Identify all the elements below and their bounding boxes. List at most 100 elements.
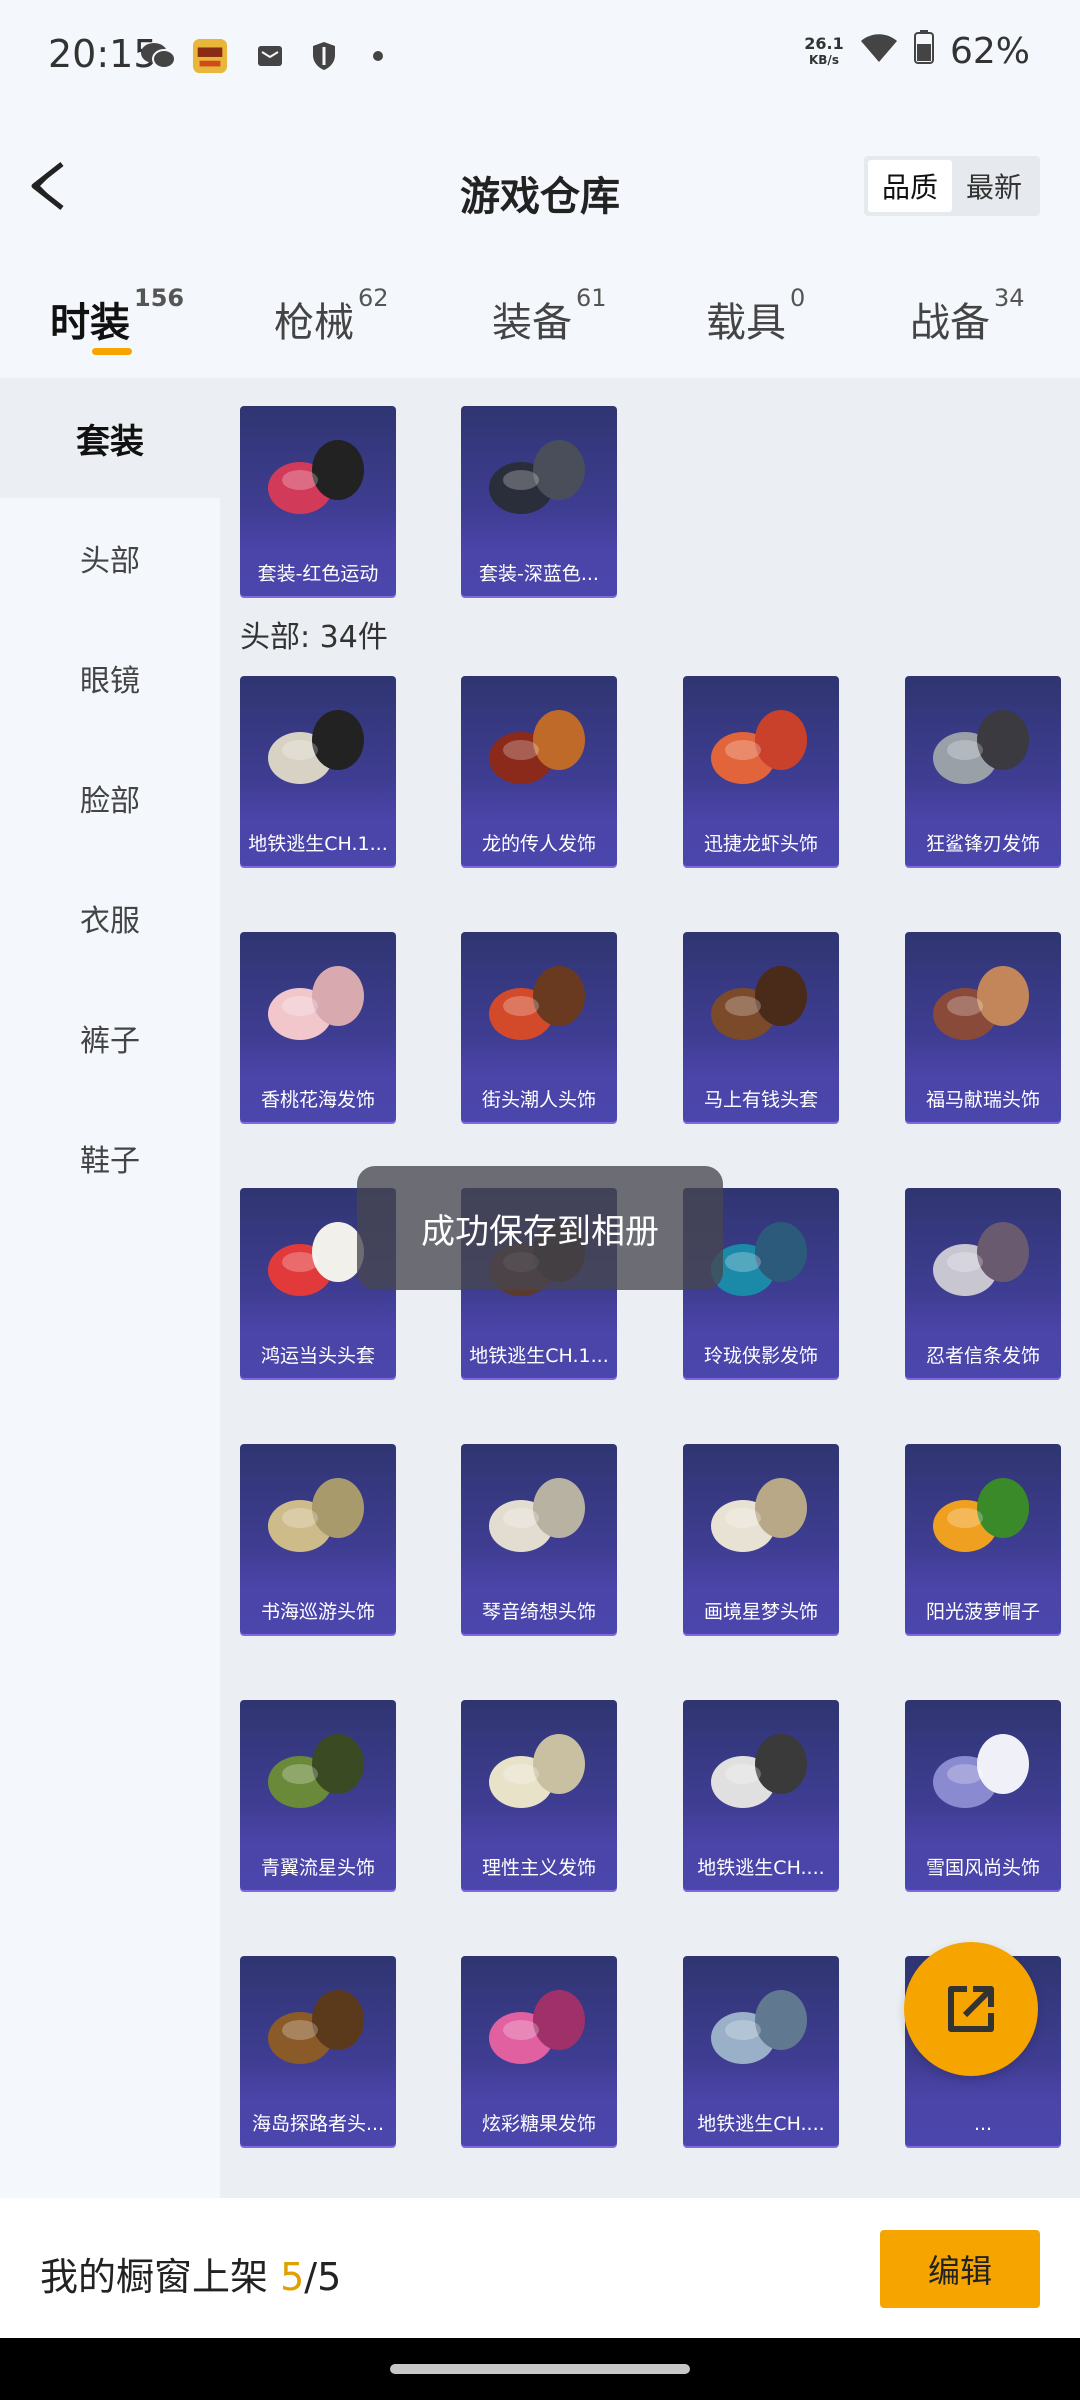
sort-newest-button[interactable]: 最新 — [952, 160, 1036, 212]
tab-battle-prep[interactable]: 战备34 — [910, 284, 1025, 348]
head-item-card[interactable]: 地铁逃生CH.1... — [240, 676, 396, 866]
item-label: 福马献瑞头饰 — [905, 1078, 1061, 1122]
speed-unit: KB/s — [808, 52, 839, 67]
status-bar: 20:15 26.1 KB/s 62% — [0, 0, 1080, 120]
item-label: 套装-深蓝色... — [461, 552, 617, 596]
head-item-card[interactable]: 海岛探路者头... — [240, 1956, 396, 2146]
head-item-card[interactable]: 雪国风尚头饰 — [905, 1700, 1061, 1890]
head-item-card[interactable]: 阳光菠萝帽子 — [905, 1444, 1061, 1634]
suit-card[interactable]: 套装-深蓝色... — [461, 406, 617, 596]
sidebar-item-clothes[interactable]: 衣服 — [0, 858, 220, 978]
head-item-card[interactable]: 地铁逃生CH.... — [683, 1956, 839, 2146]
head-item-card[interactable]: 迅捷龙虾头饰 — [683, 676, 839, 866]
item-label: 琴音绮想头饰 — [461, 1590, 617, 1634]
item-label: 狂鲨锋刃发饰 — [905, 822, 1061, 866]
item-label: 香桃花海发饰 — [240, 1078, 396, 1122]
head-item-card[interactable]: 画境星梦头饰 — [683, 1444, 839, 1634]
item-label: 鸿运当头头套 — [240, 1334, 396, 1378]
head-item-card[interactable]: 炫彩糖果发饰 — [461, 1956, 617, 2146]
item-label: ... — [905, 2102, 1061, 2146]
head-item-card[interactable]: 琴音绮想头饰 — [461, 1444, 617, 1634]
item-label: 地铁逃生CH.1... — [240, 822, 396, 866]
sort-quality-button[interactable]: 品质 — [868, 160, 952, 212]
section-title-head: 头部: 34件 — [240, 620, 388, 655]
battery-percent: 62% — [949, 31, 1030, 72]
item-image — [268, 1990, 364, 2064]
sidebar-item-pants[interactable]: 裤子 — [0, 978, 220, 1098]
head-item-card[interactable]: 狂鲨锋刃发饰 — [905, 676, 1061, 866]
head-item-card[interactable]: 书海巡游头饰 — [240, 1444, 396, 1634]
mail-icon — [252, 38, 288, 74]
item-image — [711, 710, 807, 784]
showcase-current: 5 — [280, 2255, 305, 2299]
wechat-icon — [140, 38, 176, 74]
tab-label: 装备 — [492, 300, 572, 346]
share-button[interactable] — [904, 1942, 1038, 2076]
item-label: 雪国风尚头饰 — [905, 1846, 1061, 1890]
item-label: 忍者信条发饰 — [905, 1334, 1061, 1378]
head-item-card[interactable]: 龙的传人发饰 — [461, 676, 617, 866]
active-tab-indicator — [92, 348, 132, 355]
head-item-card[interactable]: 香桃花海发饰 — [240, 932, 396, 1122]
item-image — [711, 966, 807, 1040]
item-label: 书海巡游头饰 — [240, 1590, 396, 1634]
sidebar-item-glasses[interactable]: 眼镜 — [0, 618, 220, 738]
item-image — [933, 1222, 1029, 1296]
item-label: 地铁逃生CH.... — [683, 1846, 839, 1890]
item-label: 迅捷龙虾头饰 — [683, 822, 839, 866]
tab-label: 载具 — [706, 300, 786, 346]
item-image — [933, 710, 1029, 784]
sidebar-item-suit[interactable]: 套装 — [0, 378, 220, 498]
share-icon — [948, 1986, 994, 2032]
head-item-card[interactable]: 理性主义发饰 — [461, 1700, 617, 1890]
tab-label: 枪械 — [274, 300, 354, 346]
item-label: 画境星梦头饰 — [683, 1590, 839, 1634]
item-label: 海岛探路者头... — [240, 2102, 396, 2146]
item-label: 理性主义发饰 — [461, 1846, 617, 1890]
sidebar-item-face[interactable]: 脸部 — [0, 738, 220, 858]
item-label: 玲珑侠影发饰 — [683, 1334, 839, 1378]
subcategory-sidebar: 套装 头部 眼镜 脸部 衣服 裤子 鞋子 — [0, 378, 220, 2198]
item-image — [489, 1734, 585, 1808]
edit-button[interactable]: 编辑 — [880, 2230, 1040, 2308]
item-image — [489, 1990, 585, 2064]
item-label: 马上有钱头套 — [683, 1078, 839, 1122]
item-image — [933, 1478, 1029, 1552]
head-item-card[interactable]: 马上有钱头套 — [683, 932, 839, 1122]
status-right: 26.1 KB/s 62% — [804, 30, 1030, 73]
item-image — [711, 1734, 807, 1808]
item-label: 街头潮人头饰 — [461, 1078, 617, 1122]
item-image — [268, 966, 364, 1040]
item-image — [933, 1734, 1029, 1808]
item-image — [268, 440, 364, 514]
top-header: 游戏仓库 品质 最新 — [0, 120, 1080, 260]
tab-vehicles[interactable]: 载具0 — [706, 284, 805, 348]
sidebar-item-shoes[interactable]: 鞋子 — [0, 1098, 220, 1218]
head-item-card[interactable]: 青翼流星头饰 — [240, 1700, 396, 1890]
network-speed: 26.1 KB/s — [804, 35, 844, 68]
tab-fashion[interactable]: 时装156 — [50, 284, 184, 348]
item-image — [268, 710, 364, 784]
item-image — [268, 1478, 364, 1552]
item-image — [489, 710, 585, 784]
head-item-card[interactable]: 街头潮人头饰 — [461, 932, 617, 1122]
bottom-bar: 我的橱窗上架 5/5 编辑 — [0, 2198, 1080, 2338]
suit-card[interactable]: 套装-红色运动 — [240, 406, 396, 596]
item-label: 青翼流星头饰 — [240, 1846, 396, 1890]
item-image — [268, 1734, 364, 1808]
item-image — [489, 966, 585, 1040]
showcase-status: 我的橱窗上架 5/5 — [40, 2246, 341, 2301]
head-item-card[interactable]: 忍者信条发饰 — [905, 1188, 1061, 1378]
tab-gear[interactable]: 装备61 — [492, 284, 607, 348]
sidebar-item-head[interactable]: 头部 — [0, 498, 220, 618]
item-image — [489, 440, 585, 514]
tab-guns[interactable]: 枪械62 — [274, 284, 389, 348]
item-image — [711, 1990, 807, 2064]
tab-count: 0 — [790, 284, 806, 312]
head-item-card[interactable]: 地铁逃生CH.... — [683, 1700, 839, 1890]
item-label: 龙的传人发饰 — [461, 822, 617, 866]
home-handle[interactable] — [390, 2364, 690, 2374]
head-item-card[interactable]: 福马献瑞头饰 — [905, 932, 1061, 1122]
showcase-total: /5 — [304, 2255, 342, 2299]
tab-count: 61 — [576, 284, 607, 312]
